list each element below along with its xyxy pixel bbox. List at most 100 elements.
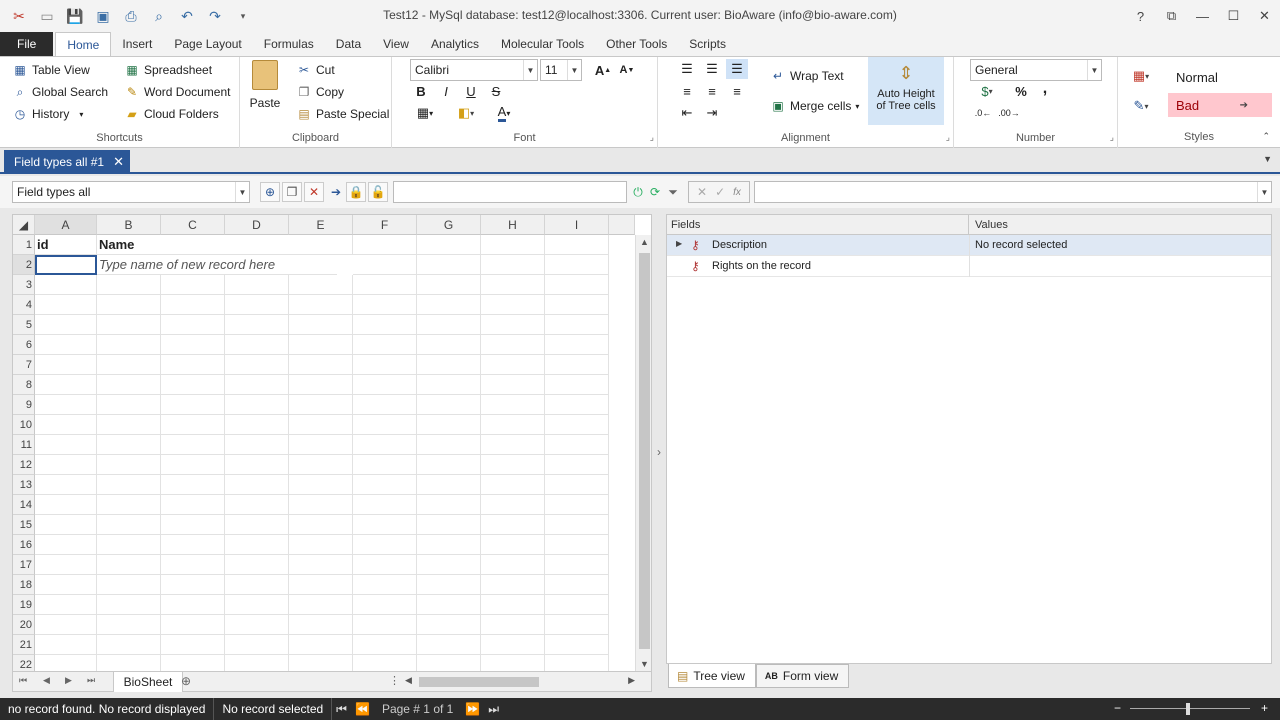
grid-cell[interactable] [545,535,609,555]
auto-height-tree-cells-button[interactable]: ⇕ Auto Height of Tree cells [868,57,944,125]
chevron-down-icon[interactable]: ▼ [1263,154,1272,164]
grid-cell[interactable] [417,455,481,475]
cut-button[interactable]: ✂ Cut [296,60,335,80]
grid-cell[interactable] [35,375,97,395]
grid-cell[interactable] [225,635,289,655]
grid-cell[interactable] [417,615,481,635]
grid-cell[interactable] [97,415,161,435]
next-record-icon[interactable]: ⏩ [461,702,484,716]
grid-cell[interactable] [97,375,161,395]
grid-cell[interactable] [417,475,481,495]
print-icon[interactable]: ⎙ [120,5,142,27]
form-view-tab[interactable]: AB Form view [755,664,850,688]
grid-cell[interactable] [417,395,481,415]
grid-cell[interactable] [417,435,481,455]
strikethrough-button[interactable]: S [485,81,507,101]
grid-cell[interactable] [289,235,353,255]
grid-cell[interactable] [289,515,353,535]
font-color-icon[interactable]: A ▾ [488,103,520,123]
prev-sheet-icon[interactable]: ◀ [43,675,50,686]
tab-data[interactable]: Data [325,32,372,56]
tab-home[interactable]: Home [55,32,112,56]
grid-cell[interactable] [161,535,225,555]
grid-cell[interactable] [481,535,545,555]
values-column-header[interactable]: Values [969,215,1271,235]
close-icon[interactable]: ✕ [1249,0,1280,32]
grid-cell[interactable] [225,315,289,335]
copy-button[interactable]: ❐ Copy [296,82,344,102]
align-top-icon[interactable]: ☰ [676,59,698,79]
grid-cell[interactable] [161,615,225,635]
row-header[interactable]: 8 [13,375,35,395]
grid-cell[interactable] [545,495,609,515]
bold-button[interactable]: B [410,81,432,101]
row-header[interactable]: 19 [13,595,35,615]
grid-cell[interactable] [225,535,289,555]
grid-cell[interactable] [35,555,97,575]
grid-cell[interactable] [289,315,353,335]
italic-button[interactable]: I [435,81,457,101]
font-family-select[interactable]: Calibri ▼ [410,59,538,81]
row-header[interactable]: 9 [13,395,35,415]
row-header[interactable]: 7 [13,355,35,375]
grid-cell[interactable] [161,415,225,435]
grid-cell[interactable] [35,315,97,335]
paste-special-button[interactable]: ▤ Paste Special [296,104,389,124]
grid-cell[interactable] [97,455,161,475]
grid-cell[interactable] [97,355,161,375]
conditional-format-icon[interactable]: ▦ ▾ [1126,66,1156,86]
grid-cell[interactable] [481,495,545,515]
row-header[interactable]: 16 [13,535,35,555]
grid-cell[interactable] [545,415,609,435]
grid-cell[interactable] [481,635,545,655]
grow-font-icon[interactable]: A ▲ [592,60,614,80]
grid-cell[interactable] [289,455,353,475]
view-select[interactable]: Field types all ▼ [12,181,250,203]
row-header[interactable]: 5 [13,315,35,335]
grid-cell[interactable] [225,375,289,395]
grid-cell[interactable] [35,435,97,455]
ribbon-display-icon[interactable]: ⧉ [1156,0,1187,32]
grid-cell[interactable] [97,475,161,495]
tab-formulas[interactable]: Formulas [253,32,325,56]
scroll-down-icon[interactable]: ▼ [640,659,649,669]
wrap-text-button[interactable]: ↵ Wrap Text [770,66,844,86]
row-header[interactable]: 22 [13,655,35,671]
add-sheet-icon[interactable]: ⊕ [181,674,191,688]
grid-cell[interactable] [289,295,353,315]
grid-cell[interactable] [97,575,161,595]
grid-cell[interactable] [161,295,225,315]
grid-cell[interactable] [225,355,289,375]
grid-cell[interactable] [161,315,225,335]
grid-cell[interactable] [545,655,609,671]
row-header[interactable]: 18 [13,575,35,595]
grid-cell[interactable] [225,395,289,415]
grid-cell[interactable] [225,435,289,455]
tab-file[interactable]: File [0,32,54,56]
global-search-button[interactable]: ⌕ Global Search [12,82,108,102]
grid-cell[interactable] [289,555,353,575]
grid-cell[interactable] [35,415,97,435]
merge-cells-button[interactable]: ▣ Merge cells ▾ [770,96,859,116]
dialog-launcher-icon[interactable]: ⌟ [946,132,950,143]
undo-icon[interactable]: ↶ [176,5,198,27]
scroll-thumb[interactable] [639,253,650,649]
tab-molecular-tools[interactable]: Molecular Tools [490,32,595,56]
grid-cell[interactable] [353,615,417,635]
grid-cell[interactable] [35,355,97,375]
grid-cell[interactable] [161,355,225,375]
grid-cell[interactable] [353,555,417,575]
column-header-h[interactable]: H [481,215,545,235]
grid-cell[interactable] [35,395,97,415]
grid-cell[interactable] [545,275,609,295]
grid-cell[interactable] [97,595,161,615]
grid-cell[interactable] [545,295,609,315]
grid-cell[interactable] [353,235,417,255]
grid-cell[interactable] [481,355,545,375]
number-format-select[interactable]: General ▼ [970,59,1102,81]
grid-cell[interactable] [353,315,417,335]
grid-cell[interactable] [481,655,545,671]
grid-cell[interactable] [545,255,609,275]
grid-cell[interactable] [97,555,161,575]
row-header[interactable]: 17 [13,555,35,575]
